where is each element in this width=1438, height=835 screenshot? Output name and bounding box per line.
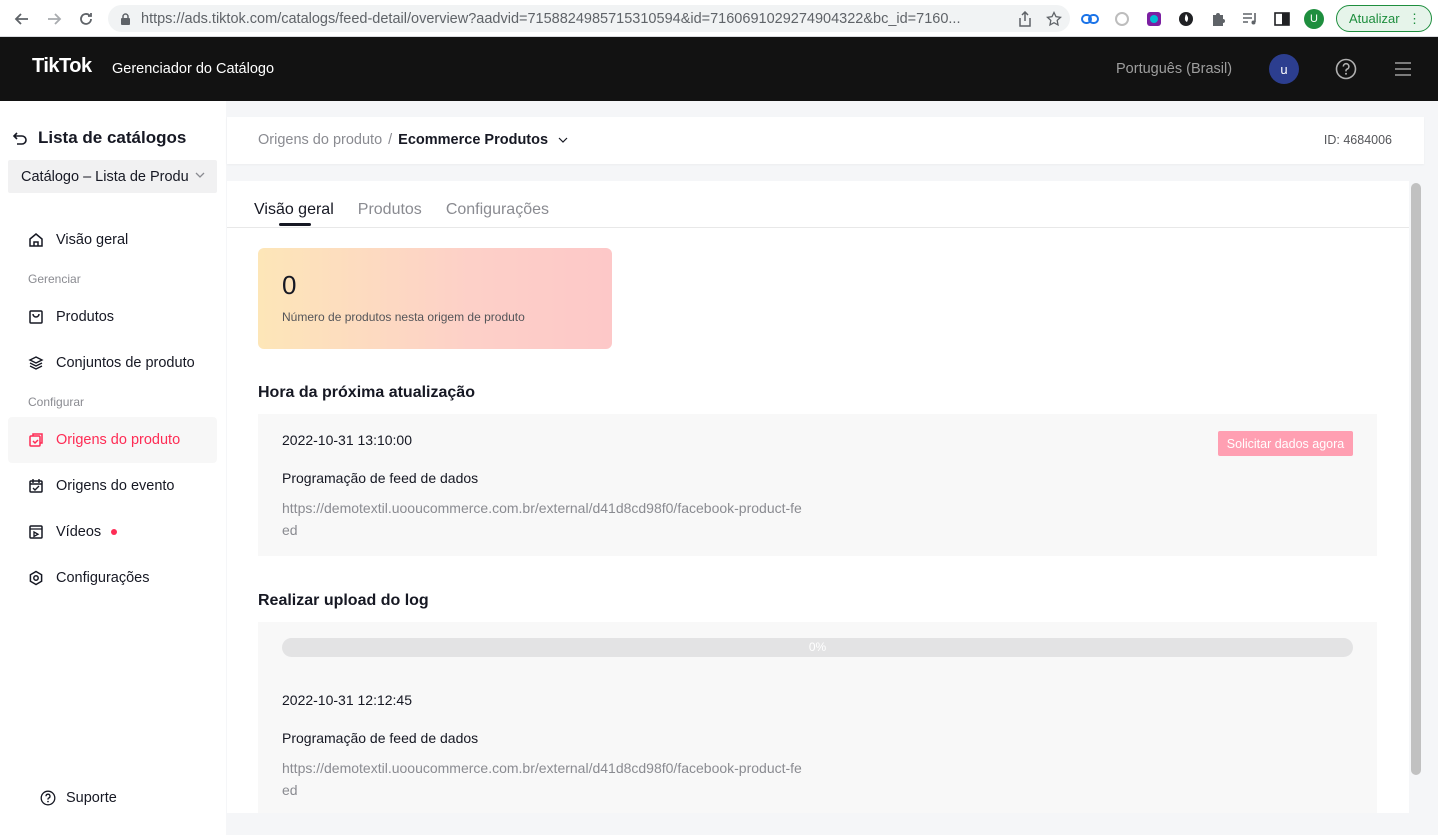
overview-panel: Visão geral Produtos Configurações 0 Núm… — [227, 181, 1409, 813]
sidebar-item-event-sources[interactable]: Origens do evento — [8, 463, 217, 509]
tab-bar: Visão geral Produtos Configurações — [254, 201, 549, 219]
next-update-date: 2022-10-31 13:10:00 — [282, 432, 412, 448]
reload-icon[interactable] — [70, 0, 102, 37]
catalog-select[interactable]: Catálogo – Lista de Produ — [8, 160, 217, 193]
forward-icon[interactable] — [38, 0, 70, 37]
sidebar-item-overview[interactable]: Visão geral — [8, 217, 217, 263]
section-label-manage: Gerenciar — [28, 272, 81, 286]
content-scrollbar[interactable] — [1411, 183, 1421, 775]
calendar-check-icon — [29, 479, 43, 493]
next-update-title: Hora da próxima atualização — [258, 384, 475, 401]
next-update-box: 2022-10-31 13:10:00 Solicitar dados agor… — [258, 414, 1377, 556]
address-bar[interactable]: https://ads.tiktok.com/catalogs/feed-det… — [108, 5, 1070, 32]
sidebar-item-label: Visão geral — [56, 232, 129, 248]
feed-schedule-label: Programação de feed de dados — [282, 470, 479, 486]
upload-log-title: Realizar upload do log — [258, 592, 429, 609]
back-label: Lista de catálogos — [38, 128, 187, 147]
tab-overview[interactable]: Visão geral — [254, 201, 334, 219]
breadcrumb: Origens do produto / Ecommerce Produtos — [258, 132, 568, 148]
back-icon[interactable] — [6, 0, 38, 37]
side-panel-icon[interactable] — [1272, 9, 1292, 29]
upload-log-box: 0% 2022-10-31 12:12:45 Programação de fe… — [258, 622, 1377, 813]
breadcrumb-current[interactable]: Ecommerce Produtos — [398, 132, 548, 148]
puzzle-extension-icon[interactable] — [1208, 9, 1228, 29]
breadcrumb-parent[interactable]: Origens do produto — [258, 132, 382, 148]
app-title: Gerenciador do Catálogo — [112, 61, 275, 77]
breadcrumb-separator: / — [388, 132, 393, 148]
request-data-now-button[interactable]: Solicitar dados agora — [1218, 431, 1353, 456]
support-label: Suporte — [66, 790, 117, 806]
color-extension-icon[interactable] — [1144, 9, 1164, 29]
breadcrumb-bar: Origens do produto / Ecommerce Produtos … — [227, 117, 1424, 164]
sidebar-item-settings[interactable]: Configurações — [8, 555, 217, 601]
product-count-value: 0 — [282, 270, 297, 300]
help-circle-icon — [40, 790, 56, 806]
bookmark-star-icon[interactable] — [1046, 10, 1062, 27]
sidebar-item-product-sets[interactable]: Conjuntos de produto — [8, 340, 217, 386]
tab-products[interactable]: Produtos — [358, 201, 422, 219]
upload-progress-text: 0% — [808, 640, 827, 654]
source-id: ID: 4684006 — [1323, 133, 1392, 147]
settings-hexagon-icon — [29, 570, 43, 586]
kebab-menu-icon[interactable]: ⋮ — [1408, 11, 1421, 27]
sidebar-item-label: Origens do produto — [56, 432, 181, 448]
active-tab-indicator — [279, 223, 311, 226]
language-selector[interactable]: Português (Brasil) — [1116, 61, 1232, 77]
link-extension-icon[interactable] — [1080, 9, 1100, 29]
back-arrow-icon — [12, 132, 27, 145]
help-icon[interactable] — [1335, 58, 1357, 80]
product-count-card: 0 Número de produtos nesta origem de pro… — [258, 248, 612, 349]
catalog-select-value: Catálogo – Lista de Produ — [21, 168, 189, 185]
sidebar-item-label: Origens do evento — [56, 478, 175, 494]
sidebar-item-label: Configurações — [56, 570, 150, 586]
lock-icon — [121, 12, 130, 25]
update-label: Atualizar — [1349, 11, 1400, 26]
home-icon — [29, 233, 43, 247]
url-text: https://ads.tiktok.com/catalogs/feed-det… — [141, 10, 961, 27]
sidebar: Lista de catálogos Catálogo – Lista de P… — [0, 101, 226, 835]
upload-feed-schedule-label: Programação de feed de dados — [282, 730, 479, 746]
browser-toolbar: https://ads.tiktok.com/catalogs/feed-det… — [0, 0, 1438, 37]
app-header: TikTok Gerenciador do Catálogo Português… — [0, 37, 1438, 101]
share-icon[interactable] — [1018, 10, 1032, 27]
user-avatar[interactable]: u — [1269, 54, 1299, 84]
new-indicator-dot — [111, 529, 118, 535]
chevron-down-icon[interactable] — [558, 135, 568, 145]
browser-update-button[interactable]: Atualizar ⋮ — [1336, 5, 1432, 32]
upload-progress-bar: 0% — [282, 638, 1353, 657]
chain-extension-icon[interactable] — [1112, 9, 1132, 29]
shopping-bag-icon — [29, 310, 43, 324]
media-control-icon[interactable] — [1240, 9, 1260, 29]
upload-feed-url: https://demotextil.uooucommerce.com.br/e… — [282, 760, 802, 798]
back-to-catalog-list[interactable]: Lista de catálogos — [12, 128, 186, 148]
tab-settings[interactable]: Configurações — [446, 201, 549, 219]
product-count-label: Número de produtos nesta origem de produ… — [282, 310, 525, 324]
browser-profile-avatar[interactable]: U — [1304, 8, 1324, 29]
sidebar-item-label: Produtos — [56, 309, 115, 325]
video-icon — [29, 525, 43, 539]
support-link[interactable]: Suporte — [40, 790, 117, 806]
layers-icon — [28, 356, 44, 370]
product-source-icon — [29, 433, 43, 447]
sidebar-item-products[interactable]: Produtos — [8, 294, 217, 340]
chevron-down-icon — [195, 172, 205, 178]
sidebar-item-videos[interactable]: Vídeos — [8, 509, 217, 555]
feed-url: https://demotextil.uooucommerce.com.br/e… — [282, 500, 802, 538]
sidebar-item-product-sources[interactable]: Origens do produto — [8, 417, 217, 463]
section-label-configure: Configurar — [28, 395, 85, 409]
upload-log-date: 2022-10-31 12:12:45 — [282, 692, 412, 708]
flame-extension-icon[interactable] — [1176, 9, 1196, 29]
tabs-divider — [227, 227, 1409, 228]
hamburger-menu-icon[interactable] — [1394, 61, 1412, 77]
sidebar-item-label: Conjuntos de produto — [56, 355, 195, 371]
sidebar-item-label: Vídeos — [56, 524, 102, 540]
tiktok-logo[interactable]: TikTok — [32, 55, 92, 78]
